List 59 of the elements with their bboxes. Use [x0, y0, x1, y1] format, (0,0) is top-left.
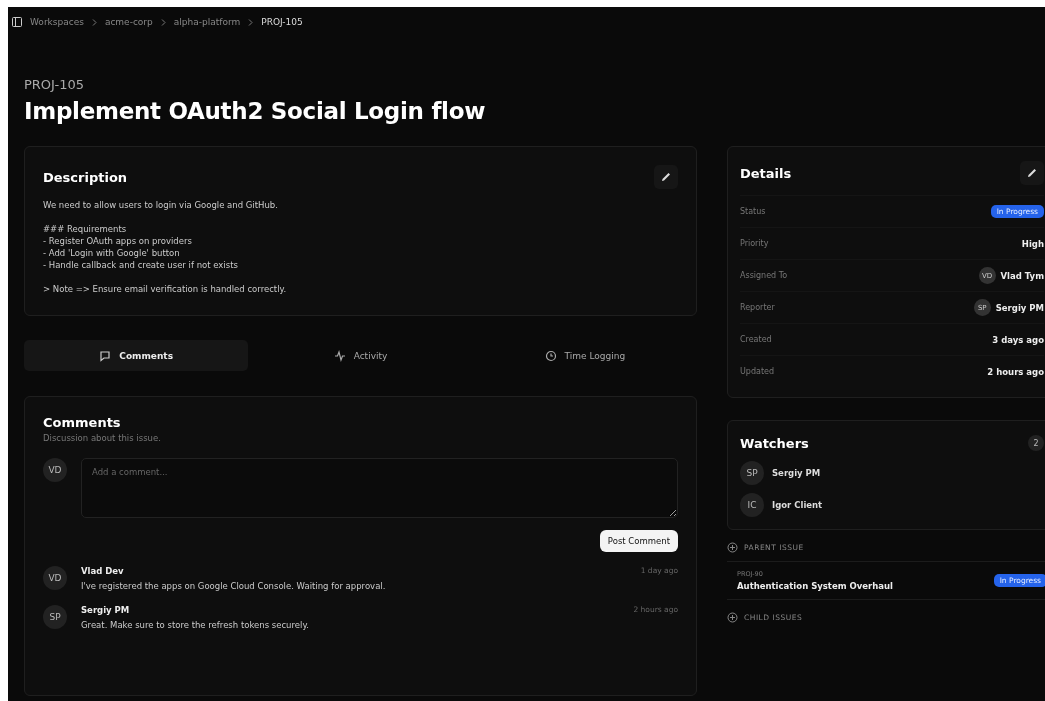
edit-button[interactable] — [1020, 161, 1044, 185]
chevron-icon — [160, 18, 166, 26]
issue-key: PROJ-105 — [24, 77, 1029, 92]
sidebar-icon[interactable] — [12, 17, 22, 27]
description-line: > Note => Ensure email verification is handled correctly. — [43, 283, 288, 295]
detail-label: Updated — [740, 367, 775, 376]
detail-label: Created — [740, 335, 772, 344]
detail-value: 3 days ago — [992, 334, 1044, 345]
post-comment-button[interactable]: Post Comment — [599, 530, 678, 552]
watcher-name: Sergiy PM — [772, 468, 821, 478]
comment-icon — [99, 349, 112, 362]
detail-value: 2 hours ago — [987, 366, 1044, 377]
user-name: Sergiy PM — [995, 302, 1044, 313]
avatar: VD — [43, 566, 67, 590]
watcher-name: Igor Client — [772, 500, 823, 510]
detail-label: Status — [740, 207, 766, 216]
detail-value: High — [1021, 238, 1044, 249]
card-title: Comments — [43, 415, 122, 430]
tab[interactable]: Time Logging — [472, 340, 697, 371]
comment-author: Vlad Dev — [81, 566, 124, 576]
issue-title: Implement OAuth2 Social Login flow — [24, 98, 487, 124]
description-line: - Handle callback and create user if not exists — [43, 259, 239, 271]
description-line: - Add 'Login with Google' button — [43, 247, 181, 259]
avatar: VD — [43, 458, 67, 482]
count-badge: 2 — [1028, 435, 1044, 451]
detail-label: Reporter — [740, 303, 775, 312]
comment-text: Great. Make sure to store the refresh tokens securely. — [81, 620, 310, 630]
detail-label: Assigned To — [740, 271, 788, 280]
description-line: - Register OAuth apps on providers — [43, 235, 193, 247]
edit-icon — [1026, 167, 1038, 179]
plus-circle-icon — [727, 612, 738, 623]
edit-button[interactable] — [654, 165, 678, 189]
card-title: Description — [43, 169, 128, 185]
breadcrumb-item[interactable]: PROJ-105 — [261, 17, 303, 27]
activity-icon — [333, 349, 346, 362]
description-line: We need to allow users to login via Google and GitHub. — [43, 199, 279, 211]
breadcrumb-item[interactable]: acme-corp — [104, 17, 153, 27]
chevron-icon — [91, 18, 97, 26]
description-line: ### Requirements — [43, 223, 128, 235]
plus-circle-icon — [727, 542, 738, 553]
edit-icon — [660, 171, 672, 183]
card-title: Watchers — [740, 435, 809, 451]
avatar: IC — [740, 493, 764, 517]
chevron-icon — [248, 18, 254, 26]
comment-author: Sergiy PM — [81, 605, 130, 615]
comment-text: I've registered the apps on Google Cloud Console. Waiting for approval. — [81, 581, 387, 591]
card-title: Details — [740, 165, 792, 181]
issue-title: Authentication System Overhaul — [737, 581, 893, 591]
card-subtitle: Discussion about this issue. — [43, 433, 162, 443]
avatar: SP — [43, 605, 67, 629]
tab[interactable]: Activity — [248, 340, 473, 371]
detail-label: Priority — [740, 239, 769, 248]
user-name: Vlad Tym — [1000, 270, 1044, 281]
avatar: SP — [740, 461, 764, 485]
breadcrumb-item[interactable]: Workspaces — [30, 17, 84, 27]
clock-icon — [544, 349, 557, 362]
comment-field[interactable]: Add a comment... — [81, 458, 678, 518]
tab[interactable]: Comments — [24, 340, 249, 371]
breadcrumb-item[interactable]: alpha-platform — [173, 17, 241, 27]
